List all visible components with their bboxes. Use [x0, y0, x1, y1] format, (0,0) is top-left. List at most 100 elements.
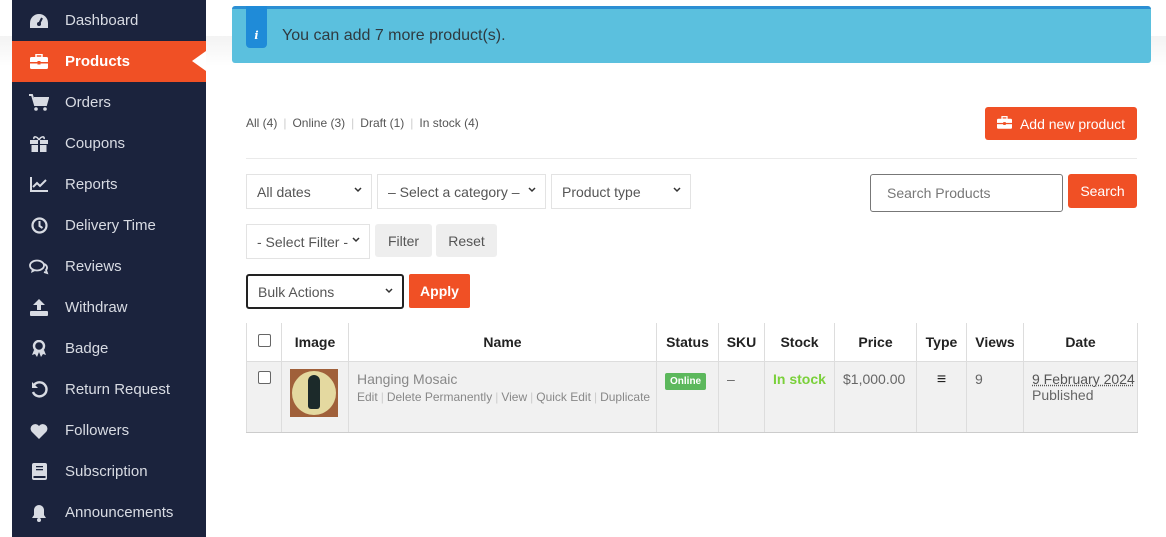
- table-header-row: Image Name Status SKU Stock Price Type V…: [246, 323, 1138, 361]
- sidebar-item-label: Orders: [65, 94, 111, 111]
- sidebar-item-label: Withdraw: [65, 299, 128, 316]
- sidebar-item-label: Products: [65, 53, 131, 70]
- select-all-checkbox[interactable]: [257, 333, 271, 347]
- sidebar-item-reports[interactable]: Reports: [12, 164, 206, 205]
- date-filter-select[interactable]: All dates: [246, 174, 372, 209]
- clock-icon: [28, 216, 50, 236]
- products-table: Image Name Status SKU Stock Price Type V…: [246, 323, 1138, 433]
- status-link-draft[interactable]: Draft (1): [360, 116, 404, 130]
- sidebar-item-return-request[interactable]: Return Request: [12, 369, 206, 410]
- product-type-select[interactable]: Product type: [551, 174, 691, 209]
- view-link[interactable]: View: [501, 390, 527, 404]
- sidebar-item-label: Dashboard: [65, 12, 139, 29]
- sku-cell: –: [718, 360, 765, 433]
- status-filter-links: All (4) | Online (3) | Draft (1) | In st…: [246, 116, 479, 130]
- column-header-views: Views: [966, 323, 1024, 361]
- sidebar-item-label: Delivery Time: [65, 217, 156, 234]
- category-select[interactable]: – Select a category –: [377, 174, 546, 209]
- divider: |: [380, 389, 384, 404]
- publish-status: Published: [1032, 386, 1094, 403]
- sidebar-item-reviews[interactable]: Reviews: [12, 246, 206, 287]
- sidebar-item-subscription[interactable]: Subscription: [12, 451, 206, 492]
- sidebar-item-label: Coupons: [65, 135, 126, 152]
- search-products-input[interactable]: Search Products: [870, 174, 1063, 212]
- column-header-stock: Stock: [764, 323, 835, 361]
- bulk-actions-select[interactable]: Bulk Actions: [246, 274, 404, 309]
- divider: |: [410, 116, 414, 130]
- sidebar-item-dashboard[interactable]: Dashboard: [12, 0, 206, 41]
- divider: |: [530, 389, 534, 404]
- bulk-actions-value: Bulk Actions: [258, 283, 335, 300]
- upload-icon: [28, 298, 50, 318]
- column-header-date: Date: [1023, 323, 1138, 361]
- duplicate-link[interactable]: Duplicate: [600, 390, 650, 404]
- category-value: – Select a category –: [388, 183, 520, 200]
- heart-icon: [28, 421, 50, 441]
- select-all-header: [246, 323, 282, 361]
- sidebar-item-products[interactable]: Products: [12, 41, 206, 82]
- row-checkbox[interactable]: [257, 370, 271, 384]
- sidebar-item-label: Return Request: [65, 381, 171, 398]
- dashboard-icon: [28, 11, 50, 31]
- divider: |: [593, 389, 598, 404]
- select-filter-select[interactable]: - Select Filter -: [246, 224, 370, 259]
- reset-button[interactable]: Reset: [436, 224, 497, 257]
- column-header-status: Status: [656, 323, 719, 361]
- select-filter-value: - Select Filter -: [257, 233, 349, 250]
- date-filter-value: All dates: [257, 183, 311, 200]
- publish-date: 9 February 2024: [1032, 370, 1135, 387]
- sidebar-item-label: Announcements: [65, 504, 174, 521]
- apply-button[interactable]: Apply: [409, 274, 470, 308]
- status-link-online[interactable]: Online (3): [292, 116, 345, 130]
- briefcase-icon: [996, 115, 1012, 132]
- sidebar-item-delivery-time[interactable]: Delivery Time: [12, 205, 206, 246]
- column-header-name: Name: [348, 323, 657, 361]
- status-link-in-stock[interactable]: In stock (4): [419, 116, 478, 130]
- column-header-image: Image: [281, 323, 349, 361]
- image-cell: [281, 360, 349, 433]
- comments-icon: [28, 257, 50, 277]
- quick-edit-link[interactable]: Quick Edit: [536, 390, 591, 404]
- sidebar-item-label: Badge: [65, 340, 109, 357]
- stock-cell: In stock: [764, 360, 835, 433]
- product-name-link[interactable]: Hanging Mosaic: [357, 371, 656, 387]
- divider: [246, 158, 1137, 159]
- views-cell: 9: [966, 360, 1024, 433]
- bell-icon: [28, 503, 50, 523]
- sidebar-item-label: Reviews: [65, 258, 122, 275]
- add-new-product-label: Add new product: [1019, 115, 1126, 132]
- edit-link[interactable]: Edit: [357, 390, 378, 404]
- sidebar-item-label: Reports: [65, 176, 118, 193]
- row-actions: Edit | Delete Permanently | View | Quick Edit |…: [357, 390, 656, 404]
- book-icon: [28, 462, 50, 482]
- product-type-value: Product type: [562, 183, 641, 200]
- sidebar-item-orders[interactable]: Orders: [12, 82, 206, 123]
- award-icon: [28, 339, 50, 359]
- add-new-product-button[interactable]: Add new product: [985, 107, 1137, 140]
- stock-status: In stock: [773, 370, 826, 387]
- product-thumbnail[interactable]: [290, 368, 338, 417]
- filter-button[interactable]: Filter: [375, 224, 432, 257]
- delete-permanently-link[interactable]: Delete Permanently: [387, 390, 492, 404]
- sidebar-item-followers[interactable]: Followers: [12, 410, 206, 451]
- table-row: Hanging Mosaic Edit | Delete Permanently | V…: [246, 360, 1138, 433]
- status-link-all[interactable]: All (4): [246, 116, 277, 130]
- info-alert: i You can add 7 more product(s).: [232, 6, 1151, 63]
- gift-icon: [28, 134, 50, 154]
- divider: |: [351, 116, 355, 130]
- price-cell: $1,000.00: [834, 360, 917, 433]
- sidebar-item-label: Followers: [65, 422, 130, 439]
- sidebar-item-badge[interactable]: Badge: [12, 328, 206, 369]
- name-cell: Hanging Mosaic Edit | Delete Permanently | V…: [348, 360, 657, 433]
- sidebar-item-announcements[interactable]: Announcements: [12, 492, 206, 533]
- column-header-price: Price: [834, 323, 917, 361]
- sidebar-item-coupons[interactable]: Coupons: [12, 123, 206, 164]
- divider: |: [283, 116, 287, 130]
- alert-message: You can add 7 more product(s).: [282, 27, 506, 44]
- status-badge: Online: [665, 372, 707, 390]
- chevron-down-icon: [673, 187, 681, 193]
- search-button[interactable]: Search: [1068, 174, 1137, 208]
- date-cell: 9 February 2024 Published: [1023, 360, 1138, 433]
- sidebar-item-withdraw[interactable]: Withdraw: [12, 287, 206, 328]
- undo-icon: [28, 380, 50, 400]
